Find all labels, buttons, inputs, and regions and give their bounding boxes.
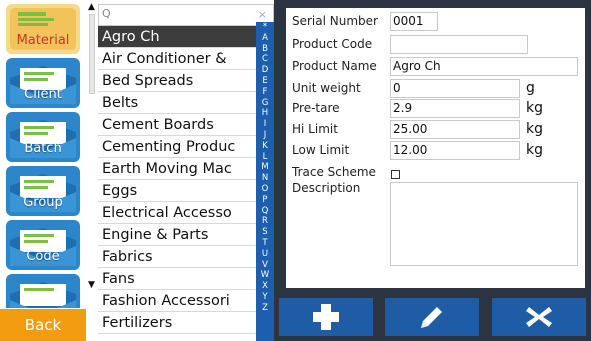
scroll-down-icon[interactable]: ▼ [88,280,95,290]
alphabet-letter[interactable]: E [262,76,267,87]
alphabet-letter[interactable]: A [262,33,268,44]
product-code-field[interactable] [390,35,528,54]
product-name-field[interactable]: Agro Ch [390,57,578,76]
nav-code-label: Code [26,249,60,264]
action-bar [274,298,591,341]
scroll-up-icon[interactable]: ▲ [88,2,95,12]
trace-scheme-label: Trace Scheme [292,165,376,179]
nav-batch[interactable]: Batch [6,112,80,162]
alphabet-letter[interactable]: L [263,152,268,163]
alphabet-letter[interactable]: K [262,141,268,152]
close-icon [526,307,552,327]
list-item[interactable]: Agro Ch [98,26,274,48]
nav-code[interactable]: Code [6,220,80,270]
list-item[interactable]: Air Conditioner & [98,48,274,70]
list-item[interactable]: Fashion Accessori [98,290,274,312]
nav-rail: Material Client Batch Group Code Back [0,0,86,341]
nav-group-label: Group [23,195,63,210]
product-rows: Agro Ch Air Conditioner & Bed Spreads Belts… [98,26,274,334]
nav-batch-label: Batch [24,141,62,156]
hi-limit-field[interactable]: 25.00 [390,120,520,139]
detail-panel: Serial Number 0001 Product Code Product … [274,0,591,341]
description-label: Description [292,181,361,195]
alphabet-letter[interactable]: C [262,54,268,65]
unit-weight-field[interactable]: 0 [390,79,520,98]
alphabet-letter[interactable]: B [262,44,268,55]
list-item[interactable]: Fabrics [98,246,274,268]
hi-limit-label: Hi Limit [292,122,338,136]
description-field[interactable] [390,182,578,266]
alphabet-letter[interactable]: Z [262,303,268,314]
list-item[interactable]: Cementing Produc [98,136,274,158]
alphabet-letter[interactable]: W [261,270,269,281]
list-item[interactable]: Earth Moving Mac [98,158,274,180]
alphabet-letter[interactable]: O [262,184,269,195]
low-limit-label: Low Limit [292,143,350,157]
product-list: Q × Agro Ch Air Conditioner & Bed Spreads B… [98,0,274,341]
alphabet-letter[interactable]: Q [262,206,269,217]
alphabet-letter[interactable]: X [262,281,268,292]
pre-tare-field[interactable]: 2.9 [390,99,520,118]
alphabet-letter[interactable]: * [263,22,267,33]
alphabet-letter[interactable]: D [262,65,269,76]
pencil-icon [421,307,442,328]
pre-tare-unit: kg [526,100,543,116]
edit-button[interactable] [385,298,479,336]
product-code-label: Product Code [292,37,373,51]
alphabet-letter[interactable]: U [262,249,268,260]
list-item[interactable]: Engine & Parts [98,224,274,246]
delete-button[interactable] [492,298,586,336]
alphabet-letter[interactable]: M [261,162,268,173]
list-item[interactable]: Electrical Accesso [98,202,274,224]
search-input[interactable]: Q × [98,4,274,26]
nav-more[interactable] [6,274,80,308]
hi-limit-unit: kg [526,121,543,137]
product-form: Serial Number 0001 Product Code Product … [286,8,585,288]
nav-material[interactable]: Material [6,4,80,54]
search-icon: Q [102,7,111,20]
clear-icon[interactable]: × [258,8,267,21]
low-limit-unit: kg [526,142,543,158]
alphabet-letter[interactable]: G [262,98,269,109]
back-button[interactable]: Back [0,309,86,341]
unit-weight-label: Unit weight [292,81,361,95]
trace-scheme-checkbox[interactable] [391,170,400,179]
unit-weight-unit: g [526,80,535,96]
nav-material-label: Material [16,33,70,48]
alphabet-letter[interactable]: S [262,227,267,238]
list-item[interactable]: Eggs [98,180,274,202]
list-item[interactable]: Fans [98,268,274,290]
scroll-thumb[interactable] [89,14,95,94]
alphabet-letter[interactable]: Y [262,292,267,303]
nav-group[interactable]: Group [6,166,80,216]
serial-number-label: Serial Number [292,14,378,28]
list-item[interactable]: Bed Spreads [98,70,274,92]
alphabet-index[interactable]: * A B C D E F G H I J K L M N O P Q R S T U V W X Y Z [256,22,274,341]
alphabet-letter[interactable]: V [262,260,268,271]
low-limit-field[interactable]: 12.00 [390,141,520,160]
nav-client-label: Client [24,87,62,102]
alphabet-letter[interactable]: I [264,119,267,130]
alphabet-letter[interactable]: H [262,108,268,119]
list-item[interactable]: Belts [98,92,274,114]
envelope-icon [6,274,80,308]
pre-tare-label: Pre-tare [292,101,340,115]
add-button[interactable] [279,298,373,336]
alphabet-letter[interactable]: F [263,87,268,98]
serial-number-field[interactable]: 0001 [390,12,438,31]
plus-icon [313,304,339,330]
alphabet-letter[interactable]: N [262,173,268,184]
product-name-label: Product Name [292,59,377,73]
list-item[interactable]: Cement Boards [98,114,274,136]
alphabet-letter[interactable]: T [262,238,267,249]
list-item[interactable]: Fertilizers [98,312,274,334]
alphabet-letter[interactable]: R [262,216,268,227]
alphabet-letter[interactable]: P [262,195,267,206]
nav-client[interactable]: Client [6,58,80,108]
list-scrollbar[interactable]: ▲ ▼ [86,0,98,341]
alphabet-letter[interactable]: J [264,130,267,141]
